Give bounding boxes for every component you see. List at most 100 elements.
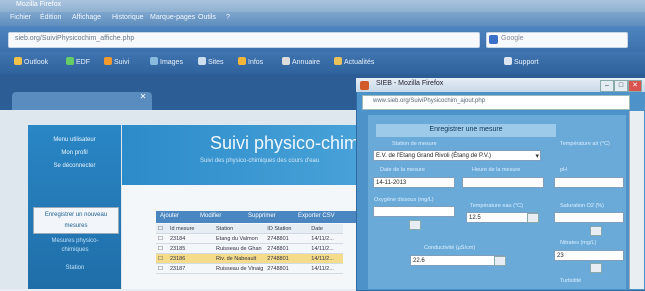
table-row[interactable]: ☐ 23184 Etang du Valmon 2748801 14/11/2.… <box>156 233 344 244</box>
edit-button[interactable]: Modifier <box>200 213 221 219</box>
stepper-icon[interactable] <box>590 226 602 236</box>
table-row-selected[interactable]: ☐ 23186 Riv. de Nabeault 2748801 14/11/2… <box>156 253 344 264</box>
station-select[interactable]: E.V. de l'Etang Grand Rivoli (Étang de P… <box>373 150 541 161</box>
saturation-field[interactable] <box>554 212 624 223</box>
sidebar-item[interactable]: Menu utilisateur <box>28 137 121 143</box>
bookmark-item[interactable]: Annuaire <box>282 57 320 69</box>
minimize-icon[interactable]: – <box>600 80 614 92</box>
table-cell: 23186 <box>168 253 214 264</box>
table-cell: Ruisseau de Vinaig <box>214 263 266 274</box>
table-cell: 2748801 <box>265 253 310 264</box>
popup-url: www.sieb.org/SuiviPhysicochim_ajout.php <box>373 98 486 104</box>
checkbox-icon[interactable]: ☐ <box>156 263 168 274</box>
ph-field[interactable] <box>554 177 624 188</box>
date-field[interactable]: 14-11-2013 <box>373 177 455 188</box>
menu-item[interactable]: ? <box>226 14 230 21</box>
temp-eau-label: Température eau (°C) <box>470 203 523 209</box>
sidebar-item-label: mesures <box>64 223 88 229</box>
add-button[interactable]: Ajouter <box>160 213 179 219</box>
close-icon[interactable]: ✕ <box>628 80 642 92</box>
checkbox-icon[interactable]: ☐ <box>156 233 168 244</box>
menu-item[interactable]: Affichage <box>72 14 101 21</box>
table-row[interactable]: ☐ 23187 Ruisseau de Vinaig 2748801 14/11… <box>156 263 344 274</box>
sidebar-item[interactable]: Mesures physico- <box>34 238 116 244</box>
form-title: Enregistrer une mesure <box>376 124 556 137</box>
navigation-toolbar: sieb.org/SuiviPhysicochim_affiche.php Go… <box>0 26 645 52</box>
table-row[interactable]: ☐ 23185 Ruisseau de Ghan 2748801 14/11/2… <box>156 243 344 254</box>
nitrates-field[interactable]: 23 <box>554 250 624 261</box>
bookmark-icon <box>504 57 512 65</box>
menu-item[interactable]: Historique <box>112 14 144 21</box>
popup-scrollbar[interactable] <box>629 111 644 289</box>
ph-label: pH <box>560 167 568 173</box>
menu-item[interactable]: Fichier <box>10 14 31 21</box>
table-cell: 14/11/2... <box>309 253 344 264</box>
delete-button[interactable]: Supprimer <box>248 213 276 219</box>
bookmark-icon <box>104 57 112 65</box>
maximize-icon[interactable]: □ <box>614 80 628 92</box>
window-titlebar: Mozilla Firefox <box>0 0 645 12</box>
bookmark-item[interactable]: EDF <box>66 57 90 69</box>
browser-tab[interactable] <box>12 92 152 110</box>
stepper-icon[interactable] <box>527 213 539 223</box>
sidebar-item[interactable]: chimiques <box>34 247 116 253</box>
table-cell: 14/11/2... <box>309 263 344 274</box>
bookmark-item[interactable]: Outlook <box>14 57 48 69</box>
close-tab-icon[interactable]: ✕ <box>138 92 148 102</box>
bookmark-icon <box>282 57 290 65</box>
station-label: Station de mesure <box>392 141 437 147</box>
sidebar-item-new-measure[interactable]: Enregistrer un nouveau mesures <box>33 207 119 234</box>
bookmark-icon <box>150 57 158 65</box>
export-button[interactable]: Exporter CSV <box>298 213 335 219</box>
table-cell: Riv. de Nabeault <box>214 253 266 264</box>
window-title: Mozilla Firefox <box>16 1 62 8</box>
menu-item[interactable]: Marque-pages <box>150 14 195 21</box>
bookmark-item[interactable]: Infos <box>238 57 263 69</box>
table-cell: 2748801 <box>265 233 310 244</box>
checkbox-icon[interactable]: ☐ <box>156 243 168 254</box>
date-label: Date de la mesure <box>380 167 425 173</box>
bookmark-item[interactable]: Suivi <box>104 57 129 69</box>
time-field[interactable] <box>462 177 544 188</box>
stepper-icon[interactable] <box>590 263 602 273</box>
sidebar-item[interactable]: Station <box>34 265 116 271</box>
nitrates-label: Nitrates (mg/L) <box>560 240 597 246</box>
bookmark-item[interactable]: Support <box>504 57 539 69</box>
table-cell: 23185 <box>168 243 214 254</box>
column-header[interactable]: Date <box>309 224 344 234</box>
stepper-icon[interactable] <box>409 220 421 230</box>
page-subtitle: Suivi des physico-chimiques des cours d'… <box>200 158 320 164</box>
table-cell: Ruisseau de Ghan <box>214 243 266 254</box>
oxygen-field[interactable] <box>373 206 455 217</box>
bookmark-icon <box>198 57 206 65</box>
folder-icon <box>14 57 22 65</box>
form-title-text: Enregistrer une mesure <box>429 126 503 133</box>
column-header[interactable]: Id mesure <box>168 224 214 234</box>
address-bar[interactable]: sieb.org/SuiviPhysicochim_affiche.php <box>8 32 480 48</box>
sidebar-item[interactable]: Mon profil <box>28 150 121 156</box>
conductivity-field[interactable]: 22.6 <box>410 255 504 266</box>
stepper-icon[interactable] <box>494 256 506 266</box>
checkbox-icon[interactable]: ☐ <box>156 253 168 264</box>
popup-title: SIEB - Mozilla Firefox <box>376 80 444 87</box>
search-placeholder: Google <box>501 35 524 42</box>
bookmark-item[interactable]: Images <box>150 57 183 69</box>
column-header[interactable]: ID Station <box>265 224 310 234</box>
oxygen-label: Oxygène dissous (mg/L) <box>374 197 434 203</box>
bookmark-icon <box>334 57 342 65</box>
bookmarks-bar: Outlook EDF Suivi Images Sites Infos Ann… <box>0 52 645 74</box>
bookmark-icon <box>66 57 74 65</box>
sidebar-item-label: Enregistrer un nouveau <box>44 212 108 218</box>
menu-item[interactable]: Outils <box>198 14 216 21</box>
bookmark-item[interactable]: Sites <box>198 57 224 69</box>
search-input[interactable]: Google <box>486 32 628 48</box>
conductivity-label: Conductivité (µS/cm) <box>424 245 476 251</box>
checkbox-icon[interactable]: ☐ <box>156 224 168 234</box>
popup-address-bar[interactable]: www.sieb.org/SuiviPhysicochim_ajout.php <box>362 95 630 110</box>
measures-table: ☐ Id mesure Station ID Station Date ☐ 23… <box>156 224 344 274</box>
grid-toolbar: Ajouter Modifier Supprimer Exporter CSV <box>156 211 372 223</box>
sidebar-item[interactable]: Se déconnecter <box>28 163 121 169</box>
bookmark-item[interactable]: Actualités <box>334 57 374 69</box>
menu-item[interactable]: Édition <box>40 14 61 21</box>
column-header[interactable]: Station <box>214 224 266 234</box>
